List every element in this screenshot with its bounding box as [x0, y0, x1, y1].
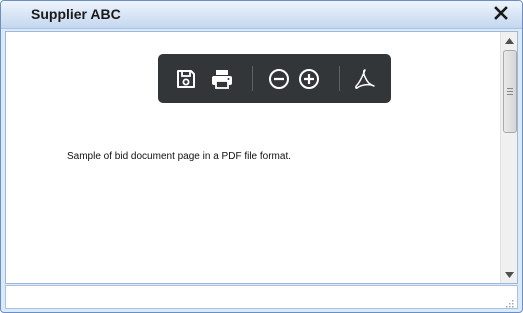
grip-line	[507, 91, 513, 92]
close-icon	[494, 6, 508, 20]
grip-line	[507, 94, 513, 95]
grip-line	[507, 88, 513, 89]
scroll-thumb[interactable]	[503, 50, 517, 133]
print-icon	[212, 70, 232, 89]
save-icon	[177, 70, 195, 88]
open-in-acrobat-button[interactable]	[351, 65, 379, 93]
scroll-up-button[interactable]	[501, 32, 517, 49]
pdf-toolbar	[158, 54, 391, 103]
zoom-in-icon	[299, 69, 319, 89]
print-button[interactable]	[208, 65, 236, 93]
supplier-window: Supplier ABC Sample of bid document page…	[0, 0, 523, 313]
resize-grip-icon[interactable]	[504, 295, 514, 308]
zoom-out-icon	[269, 69, 289, 89]
zoom-out-button[interactable]	[265, 65, 293, 93]
toolbar-separator	[339, 66, 340, 91]
scroll-down-button[interactable]	[501, 266, 517, 283]
zoom-in-button[interactable]	[295, 65, 323, 93]
document-page: Sample of bid document page in a PDF fil…	[6, 32, 500, 283]
close-button[interactable]	[492, 4, 510, 22]
vertical-scrollbar[interactable]	[500, 32, 517, 283]
window-title: Supplier ABC	[31, 6, 121, 22]
pdf-viewer: Sample of bid document page in a PDF fil…	[5, 31, 518, 284]
acrobat-icon	[355, 69, 375, 89]
title-bar[interactable]: Supplier ABC	[1, 1, 522, 29]
status-bar	[5, 285, 518, 309]
chevron-down-icon	[505, 271, 514, 278]
chevron-up-icon	[505, 37, 514, 44]
toolbar-separator	[252, 66, 253, 91]
document-text: Sample of bid document page in a PDF fil…	[67, 151, 292, 162]
save-button[interactable]	[172, 65, 200, 93]
